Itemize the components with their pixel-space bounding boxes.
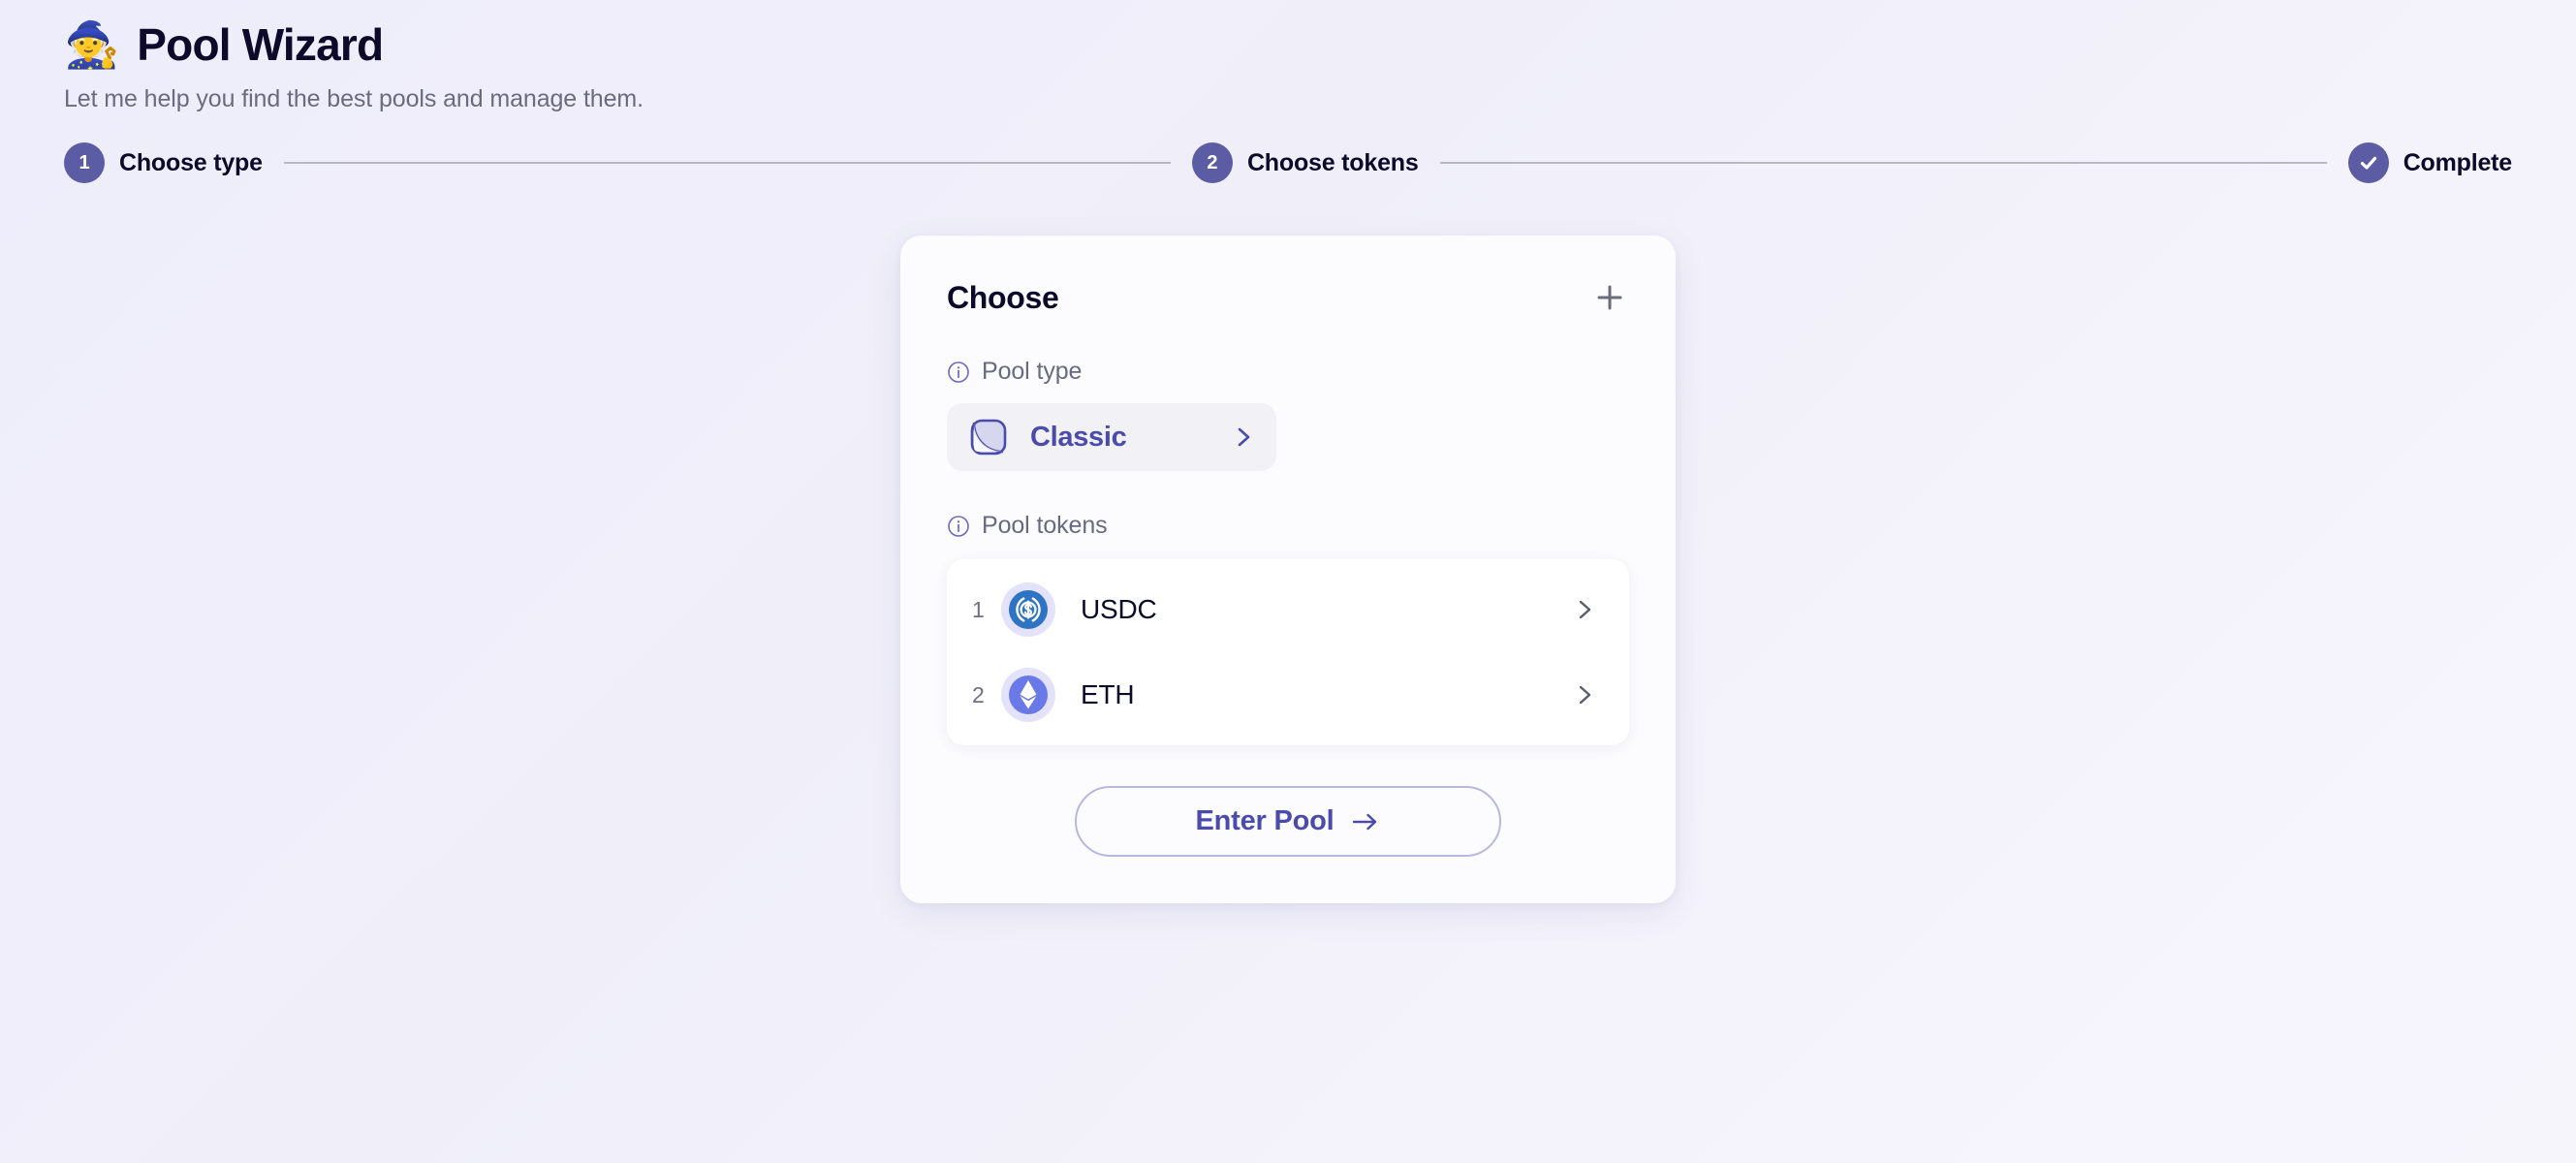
step-3-label: Complete	[2403, 148, 2513, 176]
arrow-right-icon	[1352, 813, 1376, 830]
token-row[interactable]: 2 ETH	[947, 652, 1629, 738]
step-choose-type[interactable]: 1 Choose type	[64, 142, 263, 184]
token-index: 1	[972, 596, 985, 622]
card-container: Choose Pool type Classic Pool tokens 1 U…	[0, 236, 2576, 904]
card-header: Choose	[947, 278, 1629, 317]
step-choose-tokens[interactable]: 2 Choose tokens	[1191, 142, 1419, 184]
classic-pool-icon	[970, 419, 1007, 456]
pool-tokens-label-row: Pool tokens	[947, 512, 1629, 540]
step-1-label: Choose type	[119, 148, 263, 176]
add-button[interactable]	[1590, 278, 1629, 317]
choose-card: Choose Pool type Classic Pool tokens 1 U…	[900, 236, 1676, 904]
title-row: 🧙 Pool Wizard	[64, 19, 2576, 71]
pool-type-label-row: Pool type	[947, 358, 1629, 386]
page-subtitle: Let me help you find the best pools and …	[64, 85, 644, 113]
token-index: 2	[972, 681, 985, 707]
info-icon[interactable]	[947, 515, 970, 538]
page-title: Pool Wizard	[137, 19, 384, 70]
token-row[interactable]: 1 USDC	[947, 567, 1629, 652]
page-header: 🧙 Pool Wizard Let me help you find the b…	[0, 0, 2576, 184]
token-list: 1 USDC 2 ETH	[947, 559, 1629, 746]
info-icon[interactable]	[947, 361, 970, 384]
pool-tokens-label: Pool tokens	[982, 512, 1108, 540]
chevron-right-icon	[1579, 601, 1591, 619]
step-complete[interactable]: Complete	[2347, 142, 2513, 184]
stepper: 1 Choose type 2 Choose tokens Complete	[64, 142, 2576, 184]
step-1-badge: 1	[64, 142, 105, 184]
pool-type-selector[interactable]: Classic	[947, 403, 1276, 472]
step-connector-2	[1439, 162, 2327, 165]
check-icon	[2347, 142, 2389, 184]
chevron-right-icon	[1579, 686, 1591, 705]
plus-icon	[1597, 285, 1622, 310]
step-2-badge: 2	[1191, 142, 1233, 184]
token-symbol: ETH	[1081, 679, 1135, 710]
card-title: Choose	[947, 279, 1059, 315]
eth-token-icon	[1001, 668, 1055, 723]
pool-type-value: Classic	[1030, 421, 1127, 453]
usdc-token-icon	[1001, 582, 1055, 638]
enter-pool-row: Enter Pool	[947, 786, 1629, 858]
enter-pool-label: Enter Pool	[1195, 805, 1335, 837]
enter-pool-button[interactable]: Enter Pool	[1075, 786, 1501, 858]
chevron-right-icon	[1238, 427, 1250, 447]
token-symbol: USDC	[1081, 594, 1157, 625]
step-connector-1	[283, 162, 1171, 165]
wizard-emoji: 🧙	[64, 19, 120, 71]
pool-type-label: Pool type	[982, 358, 1083, 386]
step-2-label: Choose tokens	[1246, 148, 1419, 176]
